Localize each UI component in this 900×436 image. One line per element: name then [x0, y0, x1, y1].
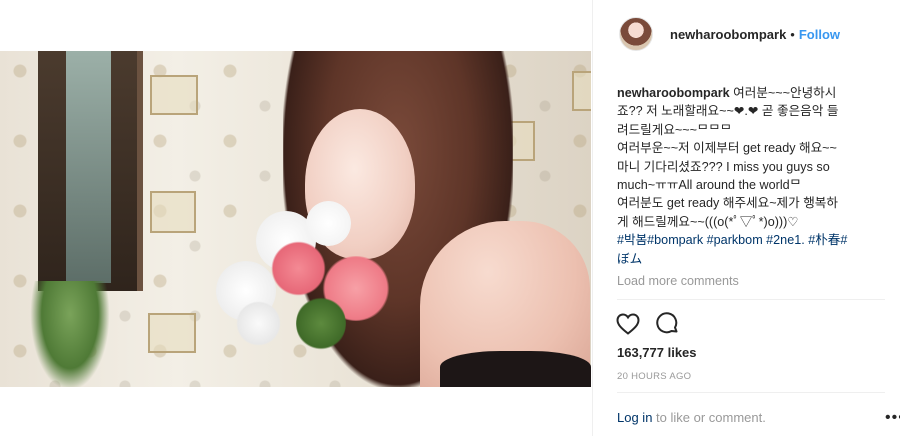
flower-bouquet — [196, 191, 406, 371]
likes-count[interactable]: 163,777 likes — [617, 345, 697, 360]
caption-line: 여러분~~~안녕하시 — [733, 86, 837, 100]
caption-username[interactable]: newharoobompark — [617, 86, 730, 100]
login-link[interactable]: Log in — [617, 410, 652, 425]
post-timestamp: 20 HOURS AGO — [617, 371, 692, 382]
caption-line: 려드릴게요~~~ᄆᄆᄆ — [617, 122, 732, 137]
wall-frame — [148, 313, 196, 353]
caption-line: 마니 기다리셨죠??? I miss you guys so — [617, 159, 830, 174]
login-prompt: Log in to like or comment. — [617, 410, 766, 425]
dress — [440, 351, 591, 387]
wall-frame — [150, 75, 198, 115]
hashtags[interactable]: #박봄#bompark #parkbom #2ne1. #朴春# — [617, 231, 879, 249]
avatar[interactable] — [619, 17, 653, 51]
post-photo[interactable] — [0, 51, 591, 387]
heart-icon[interactable] — [615, 311, 641, 337]
caption-line: much~ㅠㅠAll around the worldᄆ — [617, 178, 802, 193]
post-actions — [615, 311, 681, 337]
media-area — [0, 0, 600, 436]
divider — [617, 392, 885, 393]
caption-line: 게 해드릴께요~~(((o(*ﾟ▽ﾟ*)o)))♡ — [617, 214, 799, 229]
post-header: newharoobompark • Follow — [593, 0, 900, 68]
follow-button[interactable]: Follow — [799, 27, 840, 42]
load-more-comments-link[interactable]: Load more comments — [617, 274, 739, 288]
caption-line: 여러부운~~저 이제부터 get ready 해요~~ — [617, 141, 837, 156]
separator-dot: • — [790, 26, 795, 42]
window-frame — [38, 51, 143, 291]
caption-line: 죠?? 저 노래할래요~~❤.❤ 곧 좋은음악 들 — [617, 104, 839, 119]
wall-frame — [150, 191, 196, 233]
wall-frame — [572, 71, 591, 111]
hashtags[interactable]: ぼム — [617, 250, 879, 268]
post-caption: newharoobompark 여러분~~~안녕하시 죠?? 저 노래할래요~~… — [617, 84, 879, 268]
post-sidebar: newharoobompark • Follow newharoobompark… — [592, 0, 900, 436]
login-prompt-text: to like or comment. — [652, 410, 766, 425]
divider — [617, 299, 885, 300]
caption-line: 여러분도 get ready 해주세요~제가 행복하 — [617, 196, 838, 211]
more-options-button[interactable]: ••• — [885, 409, 900, 427]
potted-plant — [30, 281, 110, 387]
header-username[interactable]: newharoobompark — [670, 27, 786, 42]
comment-icon[interactable] — [655, 311, 681, 337]
